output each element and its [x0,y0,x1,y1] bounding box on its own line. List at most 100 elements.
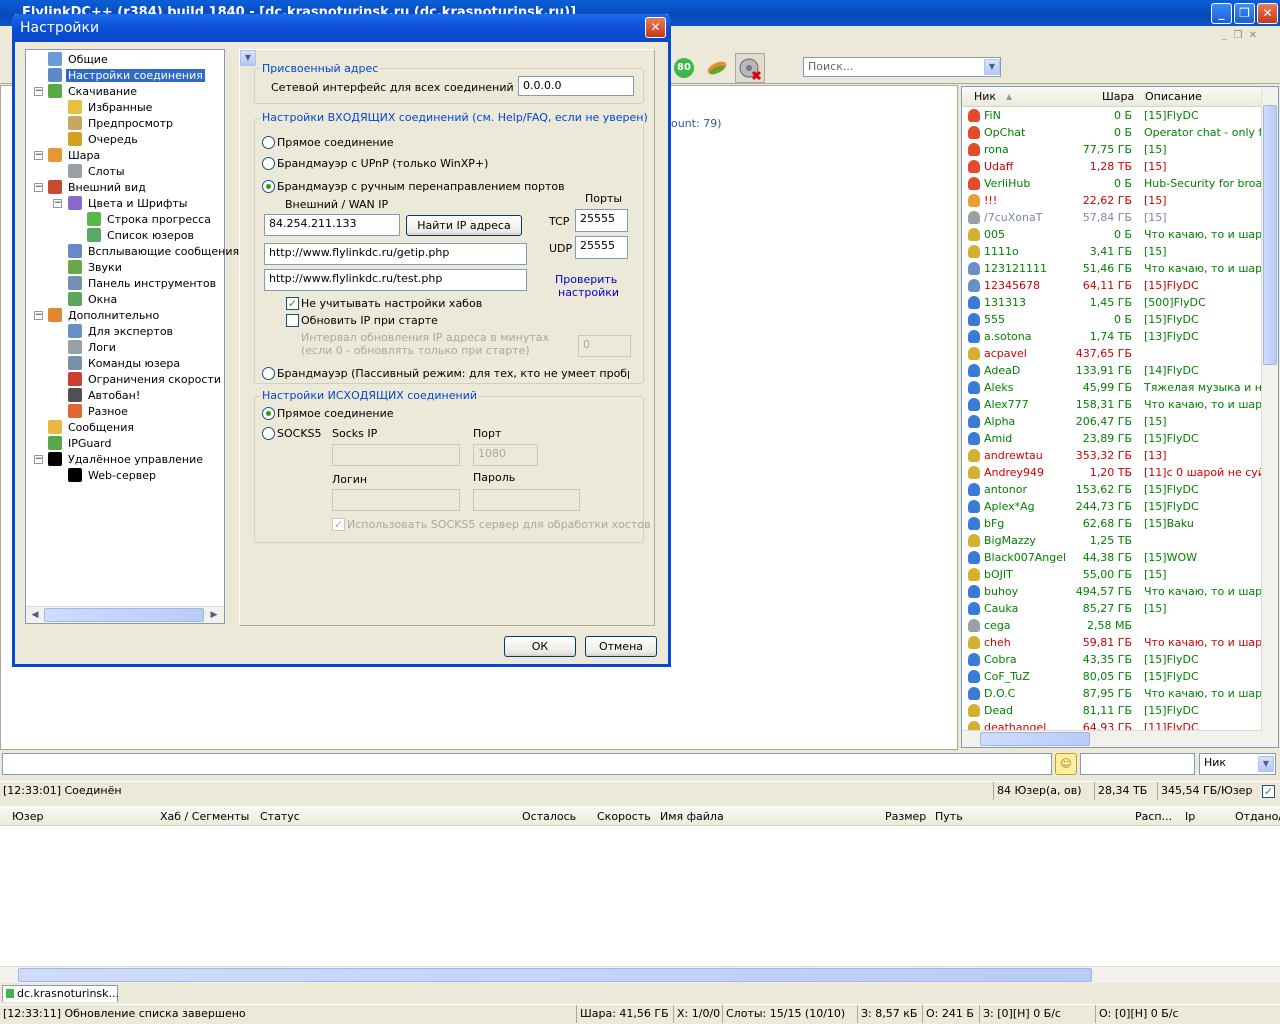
tree-item[interactable]: Строка прогресса [87,212,213,228]
tree-expander-icon[interactable]: − [34,455,43,464]
transfer-column-header[interactable]: Скорость [597,810,651,823]
transfer-column-header[interactable]: Осталось [522,810,576,823]
check-settings-link-line2[interactable]: настройки [558,286,619,299]
transfer-column-header[interactable]: Имя файла [660,810,724,823]
user-list-vscroll[interactable] [1261,87,1278,747]
tcp-port-input[interactable]: 25555 [575,209,628,232]
tree-item[interactable]: Избранные [68,100,154,116]
column-nick[interactable]: Ник [974,90,996,103]
user-row[interactable]: Aleks 45,99 ГБ Тяжелая музыка и неоч [962,379,1278,396]
tree-item[interactable]: Общие [48,52,110,68]
tree-expander-icon[interactable]: − [53,199,62,208]
socks-password-input[interactable] [473,489,580,511]
user-row[interactable]: 123121111 51,46 ГБ Что качаю, то и шарю. [962,260,1278,277]
leaf-icon[interactable] [704,57,730,79]
tree-item[interactable]: Логи [68,340,118,356]
user-row[interactable]: Black007Angel 44,38 ГБ [15]WOW [962,549,1278,566]
user-row[interactable]: cheh 59,81 ГБ Что качаю, то и шарю. [962,634,1278,651]
ignore-hubs-checkbox[interactable]: ✓ [286,297,299,310]
socks-port-input[interactable]: 1080 [473,444,538,466]
tree-item[interactable]: Удалённое управление [48,452,205,468]
interface-dropdown-arrow[interactable]: ▼ [240,50,256,66]
transfers-list[interactable] [0,826,1280,966]
transfer-column-header[interactable]: Путь [935,810,963,823]
user-row[interactable]: Andrey949 1,20 ТБ [11]с 0 шарой не суйте [962,464,1278,481]
incoming-passive-radio[interactable] [262,367,275,380]
transfers-hscroll[interactable] [0,966,1280,983]
incoming-manual-radio[interactable] [262,180,275,193]
hub-tab[interactable]: dc.krasnoturinsk... [2,985,119,1002]
column-share[interactable]: Шара [1102,90,1134,103]
test-url-input[interactable]: http://www.flylinkdc.ru/test.php [264,269,527,291]
tree-item[interactable]: Всплывающие сообщения [68,244,241,260]
check-settings-link-line1[interactable]: Проверить [555,273,617,286]
user-row[interactable]: 1111o 3,41 ГБ [15] [962,243,1278,260]
tree-item[interactable]: Внешний вид [48,180,148,196]
transfer-column-header[interactable]: Размер [885,810,926,823]
column-description[interactable]: Описание [1145,90,1202,103]
smiley-icon[interactable]: ☺ [1055,753,1077,775]
chat-input[interactable] [2,753,1052,775]
user-row[interactable]: Dead 81,11 ГБ [15]FlyDC [962,702,1278,719]
user-row[interactable]: CoF_TuZ 80,05 ГБ [15]FlyDC [962,668,1278,685]
user-row[interactable]: Udaff 1,28 ТБ [15] [962,158,1278,175]
transfer-column-header[interactable]: Хаб / Сегменты [160,810,249,823]
user-row[interactable]: Aplex*Ag 244,73 ГБ [15]FlyDC [962,498,1278,515]
tree-item[interactable]: Сообщения [48,420,136,436]
tree-item[interactable]: Команды юзера [68,356,182,372]
speed-limit-icon[interactable]: 80 [674,58,694,78]
user-row[interactable]: AdeaD 133,91 ГБ [14]FlyDC [962,362,1278,379]
nick-filter-input[interactable] [1080,753,1195,775]
tree-item[interactable]: Очередь [68,132,140,148]
tree-item[interactable]: Ограничения скорости [68,372,223,388]
maximize-button[interactable]: ❐ [1234,3,1255,24]
tree-item[interactable]: Шара [48,148,102,164]
outgoing-direct-radio[interactable] [262,407,275,420]
sound-off-icon[interactable] [735,53,765,83]
user-row[interactable]: 555 0 Б [15]FlyDC [962,311,1278,328]
socks-login-input[interactable] [332,489,460,511]
tree-expander-icon[interactable]: − [34,183,43,192]
tree-expander-icon[interactable]: − [34,87,43,96]
user-list[interactable]: Ник ▲ Шара Описание FiN 0 Б [15]FlyDC OpCha… [961,86,1279,748]
outgoing-socks5-radio[interactable] [262,427,275,440]
transfer-column-header[interactable]: Статус [260,810,300,823]
interface-select[interactable]: 0.0.0.0 [518,76,634,96]
user-row[interactable]: Alpha 206,47 ГБ [15] [962,413,1278,430]
user-row[interactable]: !!! 22,62 ГБ [15] [962,192,1278,209]
user-row[interactable]: D.O.C 87,95 ГБ Что качаю, то и шарю. [962,685,1278,702]
interval-input[interactable]: 0 [578,335,631,357]
getip-url-input[interactable]: http://www.flylinkdc.ru/getip.php [264,243,527,265]
tree-item[interactable]: Окна [68,292,119,308]
user-row[interactable]: FiN 0 Б [15]FlyDC [962,107,1278,124]
tree-item[interactable]: Список юзеров [87,228,196,244]
tree-item[interactable]: Для экспертов [68,324,175,340]
tree-item[interactable]: IPGuard [48,436,113,452]
userlist-toggle-checkbox[interactable]: ✓ [1262,785,1275,798]
user-row[interactable]: bFg 62,68 ГБ [15]Baku [962,515,1278,532]
wan-ip-input[interactable]: 84.254.211.133 [264,214,400,236]
transfer-column-header[interactable]: Отдано/ [1235,810,1280,823]
user-row[interactable]: 005 0 Б Что качаю, то и шарю. [962,226,1278,243]
tree-item[interactable]: Слоты [68,164,127,180]
filter-dropdown-arrow[interactable]: ▼ [1258,756,1274,772]
tree-item[interactable]: Панель инструментов [68,276,218,292]
udp-port-input[interactable]: 25555 [575,236,628,259]
tree-hscroll[interactable]: ◀ ▶ [26,606,224,623]
user-row[interactable]: cega 2,58 МБ [962,617,1278,634]
tree-hscroll-thumb[interactable] [44,608,204,622]
settings-dialog-titlebar[interactable]: Настройки [12,14,671,42]
transfer-column-header[interactable]: Ip [1185,810,1195,823]
user-row[interactable]: VerliHub 0 Б Hub-Security for broadca [962,175,1278,192]
incoming-direct-radio[interactable] [262,136,275,149]
user-list-hscroll[interactable] [962,730,1262,747]
socks-ip-input[interactable] [332,444,460,466]
user-row[interactable]: Cauka 85,27 ГБ [15] [962,600,1278,617]
tree-item[interactable]: Скачивание [48,84,139,100]
tree-item[interactable]: Дополнительно [48,308,161,324]
user-row[interactable]: 131313 1,45 ГБ [500]FlyDC [962,294,1278,311]
user-row[interactable]: /7cuXonaT 57,84 ГБ [15] [962,209,1278,226]
mdi-controls[interactable]: _ ❐ ✕ [1222,30,1257,41]
scroll-right-icon[interactable]: ▶ [207,608,221,622]
user-row[interactable]: OpChat 0 Б Operator chat - only for [962,124,1278,141]
